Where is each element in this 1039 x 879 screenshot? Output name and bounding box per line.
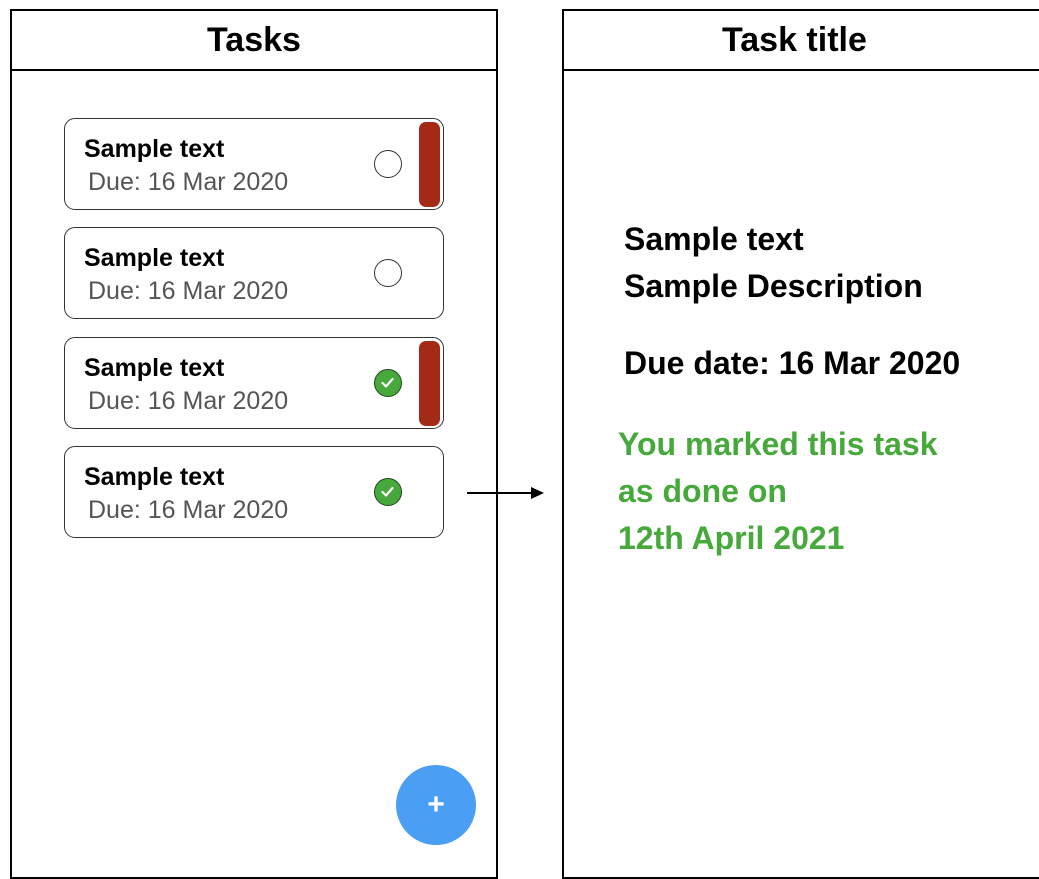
- task-checkbox-checked[interactable]: [374, 478, 402, 506]
- task-card[interactable]: Sample text Due: 16 Mar 2020: [64, 227, 444, 319]
- task-due-date: Due: 16 Mar 2020: [88, 277, 289, 305]
- task-checkbox[interactable]: [374, 259, 402, 287]
- task-detail-header: Task title: [564, 11, 1039, 71]
- task-due-date-detail: Due date: 16 Mar 2020: [624, 345, 961, 381]
- task-done-message: You marked this task as done on 12th Apr…: [618, 421, 938, 562]
- task-due-date: Due: 16 Mar 2020: [88, 387, 289, 415]
- task-detail-title: Task title: [722, 20, 867, 59]
- task-list-screen: Tasks Sample text Due: 16 Mar 2020 Sampl…: [10, 9, 498, 879]
- task-card[interactable]: Sample text Due: 16 Mar 2020: [64, 337, 444, 429]
- priority-flag: [419, 341, 440, 426]
- task-card[interactable]: Sample text Due: 16 Mar 2020: [64, 446, 444, 538]
- task-title: Sample text: [84, 463, 225, 491]
- task-due-date: Due: 16 Mar 2020: [88, 496, 289, 524]
- check-icon: [381, 486, 394, 497]
- navigation-arrow-icon: [467, 487, 544, 499]
- done-message-line: You marked this task: [618, 426, 938, 462]
- task-checkbox[interactable]: [374, 150, 402, 178]
- task-title: Sample text: [84, 135, 225, 163]
- task-due-date: Due: 16 Mar 2020: [88, 168, 289, 196]
- task-list-header: Tasks: [12, 11, 496, 71]
- task-card[interactable]: Sample text Due: 16 Mar 2020: [64, 118, 444, 210]
- task-name: Sample text: [624, 221, 804, 257]
- task-title: Sample text: [84, 244, 225, 272]
- check-icon: [381, 377, 394, 388]
- task-checkbox-checked[interactable]: [374, 369, 402, 397]
- done-message-line: as done on: [618, 473, 787, 509]
- done-message-line: 12th April 2021: [618, 520, 845, 556]
- priority-flag: [419, 122, 440, 207]
- task-detail-screen: Task title Sample text Sample Descriptio…: [562, 9, 1039, 879]
- task-description: Sample Description: [624, 268, 923, 304]
- add-task-button[interactable]: +: [396, 765, 476, 845]
- task-list-title: Tasks: [207, 20, 301, 59]
- task-title: Sample text: [84, 354, 225, 382]
- plus-icon: +: [427, 788, 445, 821]
